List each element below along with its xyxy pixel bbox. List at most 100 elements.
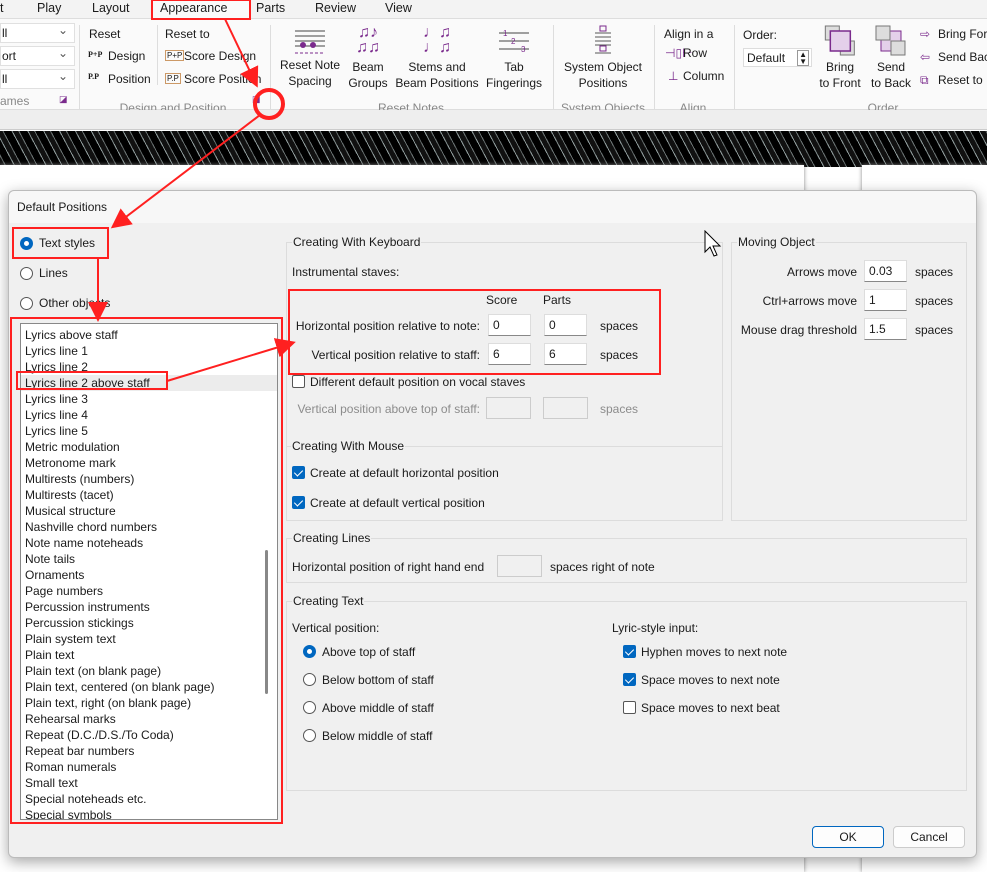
order-value: Default <box>747 51 786 65</box>
tab-view[interactable]: View <box>385 1 412 15</box>
default-vertical-checkbox[interactable] <box>292 496 305 509</box>
tab-play[interactable]: Play <box>37 1 61 15</box>
lyric-input-checkbox[interactable] <box>623 673 636 686</box>
score-position-button[interactable]: Score Position <box>184 72 261 86</box>
list-item[interactable]: Roman numerals <box>21 759 277 775</box>
list-item[interactable]: Special symbols <box>21 807 277 819</box>
list-item[interactable]: Plain text <box>21 647 277 663</box>
reset-note-spacing-button[interactable]: Reset Note Spacing <box>280 25 340 89</box>
radio-other-objects[interactable] <box>20 297 33 310</box>
list-item[interactable]: Plain system text <box>21 631 277 647</box>
system-object-positions-button[interactable]: System Object Positions <box>564 25 642 91</box>
unit-label: spaces <box>915 294 954 308</box>
list-item[interactable]: Plain text, right (on blank page) <box>21 695 277 711</box>
horizontal-parts-input[interactable]: 0 <box>544 314 587 336</box>
dropdown-3[interactable]: ll <box>0 67 75 89</box>
label: Groups <box>348 76 388 90</box>
label: Spacing <box>288 74 332 88</box>
list-item[interactable]: Lyrics line 3 <box>21 391 277 407</box>
list-item[interactable]: Metric modulation <box>21 439 277 455</box>
dialog-launcher-icon[interactable]: ◪ <box>252 94 261 105</box>
list-item[interactable]: Lyrics line 5 <box>21 423 277 439</box>
radio-lines[interactable] <box>20 267 33 280</box>
list-item[interactable]: Percussion stickings <box>21 615 277 631</box>
default-horizontal-checkbox[interactable] <box>292 466 305 479</box>
label: Fingerings <box>485 76 543 90</box>
list-item[interactable]: Plain text (on blank page) <box>21 663 277 679</box>
vertical-position-radio[interactable] <box>303 673 316 686</box>
list-item[interactable]: Lyrics line 1 <box>21 343 277 359</box>
radio-text-styles[interactable] <box>20 237 33 250</box>
reset-position-button[interactable]: Position <box>108 72 151 86</box>
tab-parts[interactable]: Parts <box>256 1 285 15</box>
design-icon: P+P <box>88 50 103 59</box>
tab-file[interactable]: t <box>0 1 3 15</box>
list-item[interactable]: Lyrics above staff <box>21 327 277 343</box>
list-item[interactable]: Multirests (tacet) <box>21 487 277 503</box>
reset-order-button[interactable]: Reset to I <box>938 73 987 87</box>
vocal-score-input[interactable] <box>486 397 531 419</box>
bring-forward-button[interactable]: Bring For <box>938 27 987 41</box>
list-item[interactable]: Repeat bar numbers <box>21 743 277 759</box>
lyric-input-checkbox[interactable] <box>623 645 636 658</box>
dropdown-1[interactable]: ll <box>0 21 75 43</box>
list-item[interactable]: Musical structure <box>21 503 277 519</box>
align-column-button[interactable]: Column <box>683 69 724 83</box>
list-item[interactable]: Lyrics line 2 above staff <box>21 375 277 391</box>
lyric-input-checkbox[interactable] <box>623 701 636 714</box>
score-position-icon: P.P <box>165 73 181 84</box>
right-hand-end-input[interactable] <box>497 555 542 577</box>
send-backward-button[interactable]: Send Bac <box>938 50 987 64</box>
send-to-back-button[interactable]: Send to Back <box>871 25 911 91</box>
list-item[interactable]: Special noteheads etc. <box>21 791 277 807</box>
group-legend: Creating With Mouse <box>291 439 406 453</box>
list-item[interactable]: Note tails <box>21 551 277 567</box>
label: to Front <box>819 76 861 90</box>
list-item[interactable]: Percussion instruments <box>21 599 277 615</box>
vocal-parts-input[interactable] <box>543 397 588 419</box>
reset-design-button[interactable]: Design <box>108 49 145 63</box>
tab-layout[interactable]: Layout <box>92 1 130 15</box>
vertical-score-input[interactable]: 6 <box>488 343 531 365</box>
list-item[interactable]: Metronome mark <box>21 455 277 471</box>
spinner-arrows-icon[interactable]: ▲ ▼ <box>797 50 809 66</box>
list-item[interactable]: Plain text, centered (on blank page) <box>21 679 277 695</box>
list-item[interactable]: Lyrics line 4 <box>21 407 277 423</box>
list-item[interactable]: Multirests (numbers) <box>21 471 277 487</box>
list-item[interactable]: Repeat (D.C./D.S./To Coda) <box>21 727 277 743</box>
vertical-parts-input[interactable]: 6 <box>544 343 587 365</box>
order-spinner[interactable]: Default ▲ ▼ <box>743 48 812 67</box>
ok-button[interactable]: OK <box>812 826 884 848</box>
list-item[interactable]: Lyrics line 2 <box>21 359 277 375</box>
vocal-staves-checkbox[interactable] <box>292 375 305 388</box>
list-item[interactable]: Page numbers <box>21 583 277 599</box>
dropdown-2[interactable]: ort <box>0 44 75 66</box>
text-styles-list[interactable]: Lyrics above staff Lyrics line 1 Lyrics li… <box>20 323 278 820</box>
list-item[interactable]: Rehearsal marks <box>21 711 277 727</box>
tab-review[interactable]: Review <box>315 1 356 15</box>
moving-row-input[interactable]: 1 <box>864 289 907 311</box>
cancel-button[interactable]: Cancel <box>893 826 965 848</box>
stems-beam-positions-button[interactable]: ♩♫ ♩♫ Stems and Beam Positions <box>395 25 478 91</box>
list-scrollbar-thumb[interactable] <box>265 550 268 694</box>
list-item[interactable]: Small text <box>21 775 277 791</box>
tab-fingerings-button[interactable]: 123 Tab Fingerings <box>486 25 542 91</box>
vertical-position-radio[interactable] <box>303 729 316 742</box>
dialog-launcher-icon[interactable]: ◪ <box>59 94 68 105</box>
list-item[interactable]: Note name noteheads <box>21 535 277 551</box>
list-item[interactable]: Ornaments <box>21 567 277 583</box>
score-design-button[interactable]: Score Design <box>184 49 256 63</box>
vertical-position-radio[interactable] <box>303 645 316 658</box>
beam-groups-button[interactable]: ♫♪ ♫♫ Beam Groups <box>348 25 387 91</box>
align-row-button[interactable]: Row <box>683 46 707 60</box>
bring-to-front-button[interactable]: Bring to Front <box>819 25 861 91</box>
moving-row-input[interactable]: 0.03 <box>864 260 907 282</box>
list-item[interactable]: Nashville chord numbers <box>21 519 277 535</box>
horizontal-score-input[interactable]: 0 <box>488 314 531 336</box>
radio-label: Above top of staff <box>322 645 416 659</box>
vertical-position-radio[interactable] <box>303 701 316 714</box>
ribbon-tabs: t Play Layout Appearance Parts Review Vi… <box>0 0 987 19</box>
moving-row-input[interactable]: 1.5 <box>864 318 907 340</box>
instrumental-staves-label: Instrumental staves: <box>292 265 400 279</box>
tab-appearance[interactable]: Appearance <box>152 0 250 19</box>
